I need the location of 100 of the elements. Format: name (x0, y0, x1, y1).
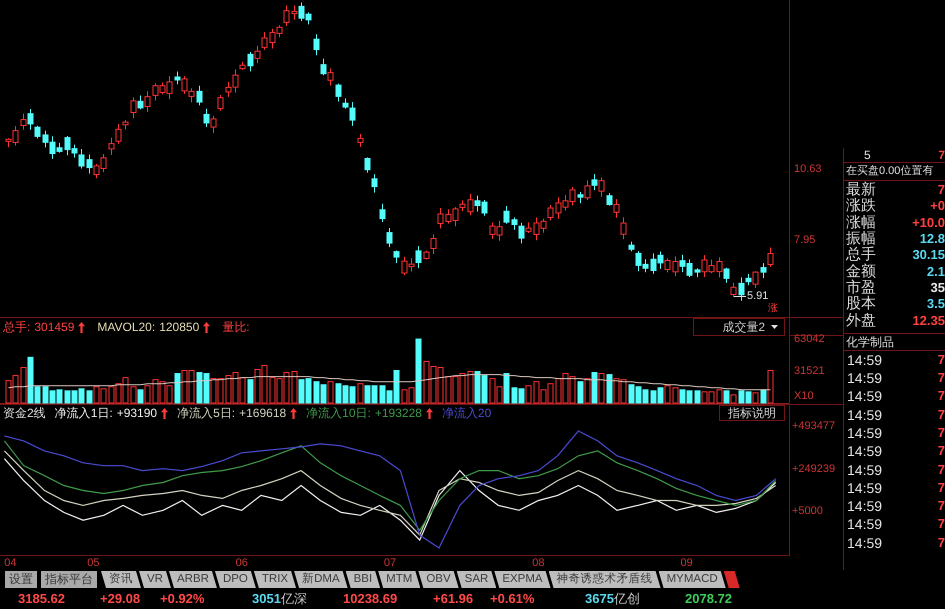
tick-price: 7 (938, 388, 945, 404)
order-note: 在买盘0.00位置有 (846, 165, 934, 178)
tab[interactable]: ARBR (168, 571, 217, 588)
tick-price: 7 (938, 370, 945, 386)
tab[interactable]: DPO (214, 571, 256, 588)
tick-price: 7 (938, 462, 945, 478)
tab[interactable]: EXPMA (494, 571, 551, 588)
tick-time: 14:59 (847, 443, 882, 460)
axis-label: 63042 (794, 333, 825, 346)
index-value: 2078.72 (685, 590, 732, 608)
quote-label: 股本 (846, 296, 876, 312)
legend-value: +93190 (116, 406, 158, 420)
quote-value: 35 (930, 280, 945, 296)
quote-value: 12.35 (912, 312, 945, 329)
tab[interactable]: TRIX (254, 571, 296, 588)
tab[interactable]: MTM (378, 571, 420, 588)
sector-label: 化学制品 (846, 334, 894, 349)
quote-label: 外盘 (846, 312, 876, 329)
quote-label: 市盈 (846, 280, 876, 296)
quote-value: 7 (938, 182, 945, 198)
axis-label: 09 (680, 557, 693, 569)
quote-label: 振幅 (846, 231, 876, 248)
tick-price: 7 (938, 498, 945, 514)
tick-price: 7 (938, 480, 945, 496)
axis-label: 10.63 (794, 163, 823, 175)
index-value: +61.96 (433, 590, 474, 608)
legend-label: 量比: (222, 320, 250, 334)
tick-time: 14:59 (847, 480, 882, 496)
tick-time: 14:59 (847, 388, 882, 404)
legend-label: 净流入5日: (177, 406, 236, 420)
tab[interactable]: OBV (418, 571, 459, 588)
tick-price: 7 (938, 516, 945, 532)
tab[interactable]: VR (139, 571, 171, 588)
legend-value: +169618 (239, 406, 286, 420)
tick-price: 7 (938, 352, 945, 368)
legend-label: 净流入1日: (54, 406, 113, 420)
legend-label: 净流入10日: (306, 406, 371, 420)
toolbar-button[interactable]: 设置 (5, 571, 37, 588)
axis-unit-label: X10 (794, 390, 814, 402)
tick-price: 7 (938, 406, 945, 423)
axis-label: 07 (384, 557, 396, 569)
legend-value: +193228 (374, 406, 422, 420)
axis-label: 7.95 (794, 234, 816, 246)
legend-label: 净流入20 (442, 406, 492, 420)
quote-value: 3.5 (926, 296, 945, 312)
tick-time: 14:59 (847, 406, 882, 423)
tick-time: 14:59 (847, 534, 882, 551)
tab[interactable]: BBI (346, 571, 380, 588)
legend-label: 总手: (3, 320, 30, 334)
axis-label: 04 (4, 557, 16, 569)
axis-label: +249239 (792, 462, 836, 475)
tick-price: 7 (938, 443, 945, 460)
quote-label: 总手 (846, 247, 876, 264)
rise-label: 涨 (768, 303, 778, 315)
chart-title: 资金2线 (3, 406, 46, 420)
caret-icon (771, 325, 778, 329)
help-button[interactable]: 指标说明 (719, 405, 785, 421)
legend-label: MAVOL20: (97, 320, 156, 334)
turnover-value: 3675 (585, 590, 614, 608)
index-value: 10238.69 (343, 590, 398, 608)
tick-time: 14:59 (847, 498, 882, 514)
tab[interactable]: SAR (456, 571, 496, 588)
axis-label: 05 (87, 557, 100, 569)
axis-label: 31521 (794, 365, 825, 377)
tab[interactable]: MYMACD (658, 571, 726, 588)
tab[interactable]: 资讯 (101, 571, 141, 588)
tick-time: 14:59 (847, 370, 882, 386)
quote-label: 涨幅 (846, 214, 876, 231)
tab[interactable] (724, 571, 740, 588)
quote-value: +10.0 (912, 214, 945, 231)
quote-value: 30.15 (912, 247, 945, 264)
leader-line (734, 295, 746, 298)
tick-price: 7 (938, 425, 945, 441)
header-value: 5 (864, 148, 871, 162)
tick-time: 14:59 (847, 425, 882, 441)
toolbar-button[interactable]: 指标平台 (41, 571, 97, 588)
tick-time: 14:59 (847, 352, 882, 368)
tab[interactable]: 新DMA (294, 571, 348, 588)
turnover-unit: 亿创 (614, 590, 640, 608)
index-value: +29.08 (100, 590, 140, 608)
price-low-label: 5.91 (747, 290, 768, 302)
quote-label: 最新 (846, 182, 876, 198)
header-value: 7 (938, 148, 945, 162)
tick-time: 14:59 (847, 462, 882, 478)
tick-time: 14:59 (847, 516, 882, 532)
quote-value: 12.8 (920, 231, 945, 248)
indicator-dropdown[interactable]: 成交量2 (693, 318, 785, 336)
legend-value: 301459 (34, 320, 74, 334)
axis-label: +5000 (792, 505, 823, 518)
quote-label: 金额 (846, 264, 876, 280)
quote-label: 涨跌 (846, 198, 876, 214)
axis-label: +493477 (792, 420, 836, 432)
quote-value: 2.1 (926, 264, 945, 280)
quote-value: +0 (930, 198, 945, 214)
index-value: +0.92% (160, 590, 204, 608)
tab[interactable]: 神奇诱惑术矛盾线 (548, 571, 661, 588)
index-value: +0.61% (490, 590, 534, 608)
legend-value: 120850 (159, 320, 200, 334)
tick-price: 7 (938, 534, 945, 551)
axis-label: 06 (236, 557, 248, 569)
